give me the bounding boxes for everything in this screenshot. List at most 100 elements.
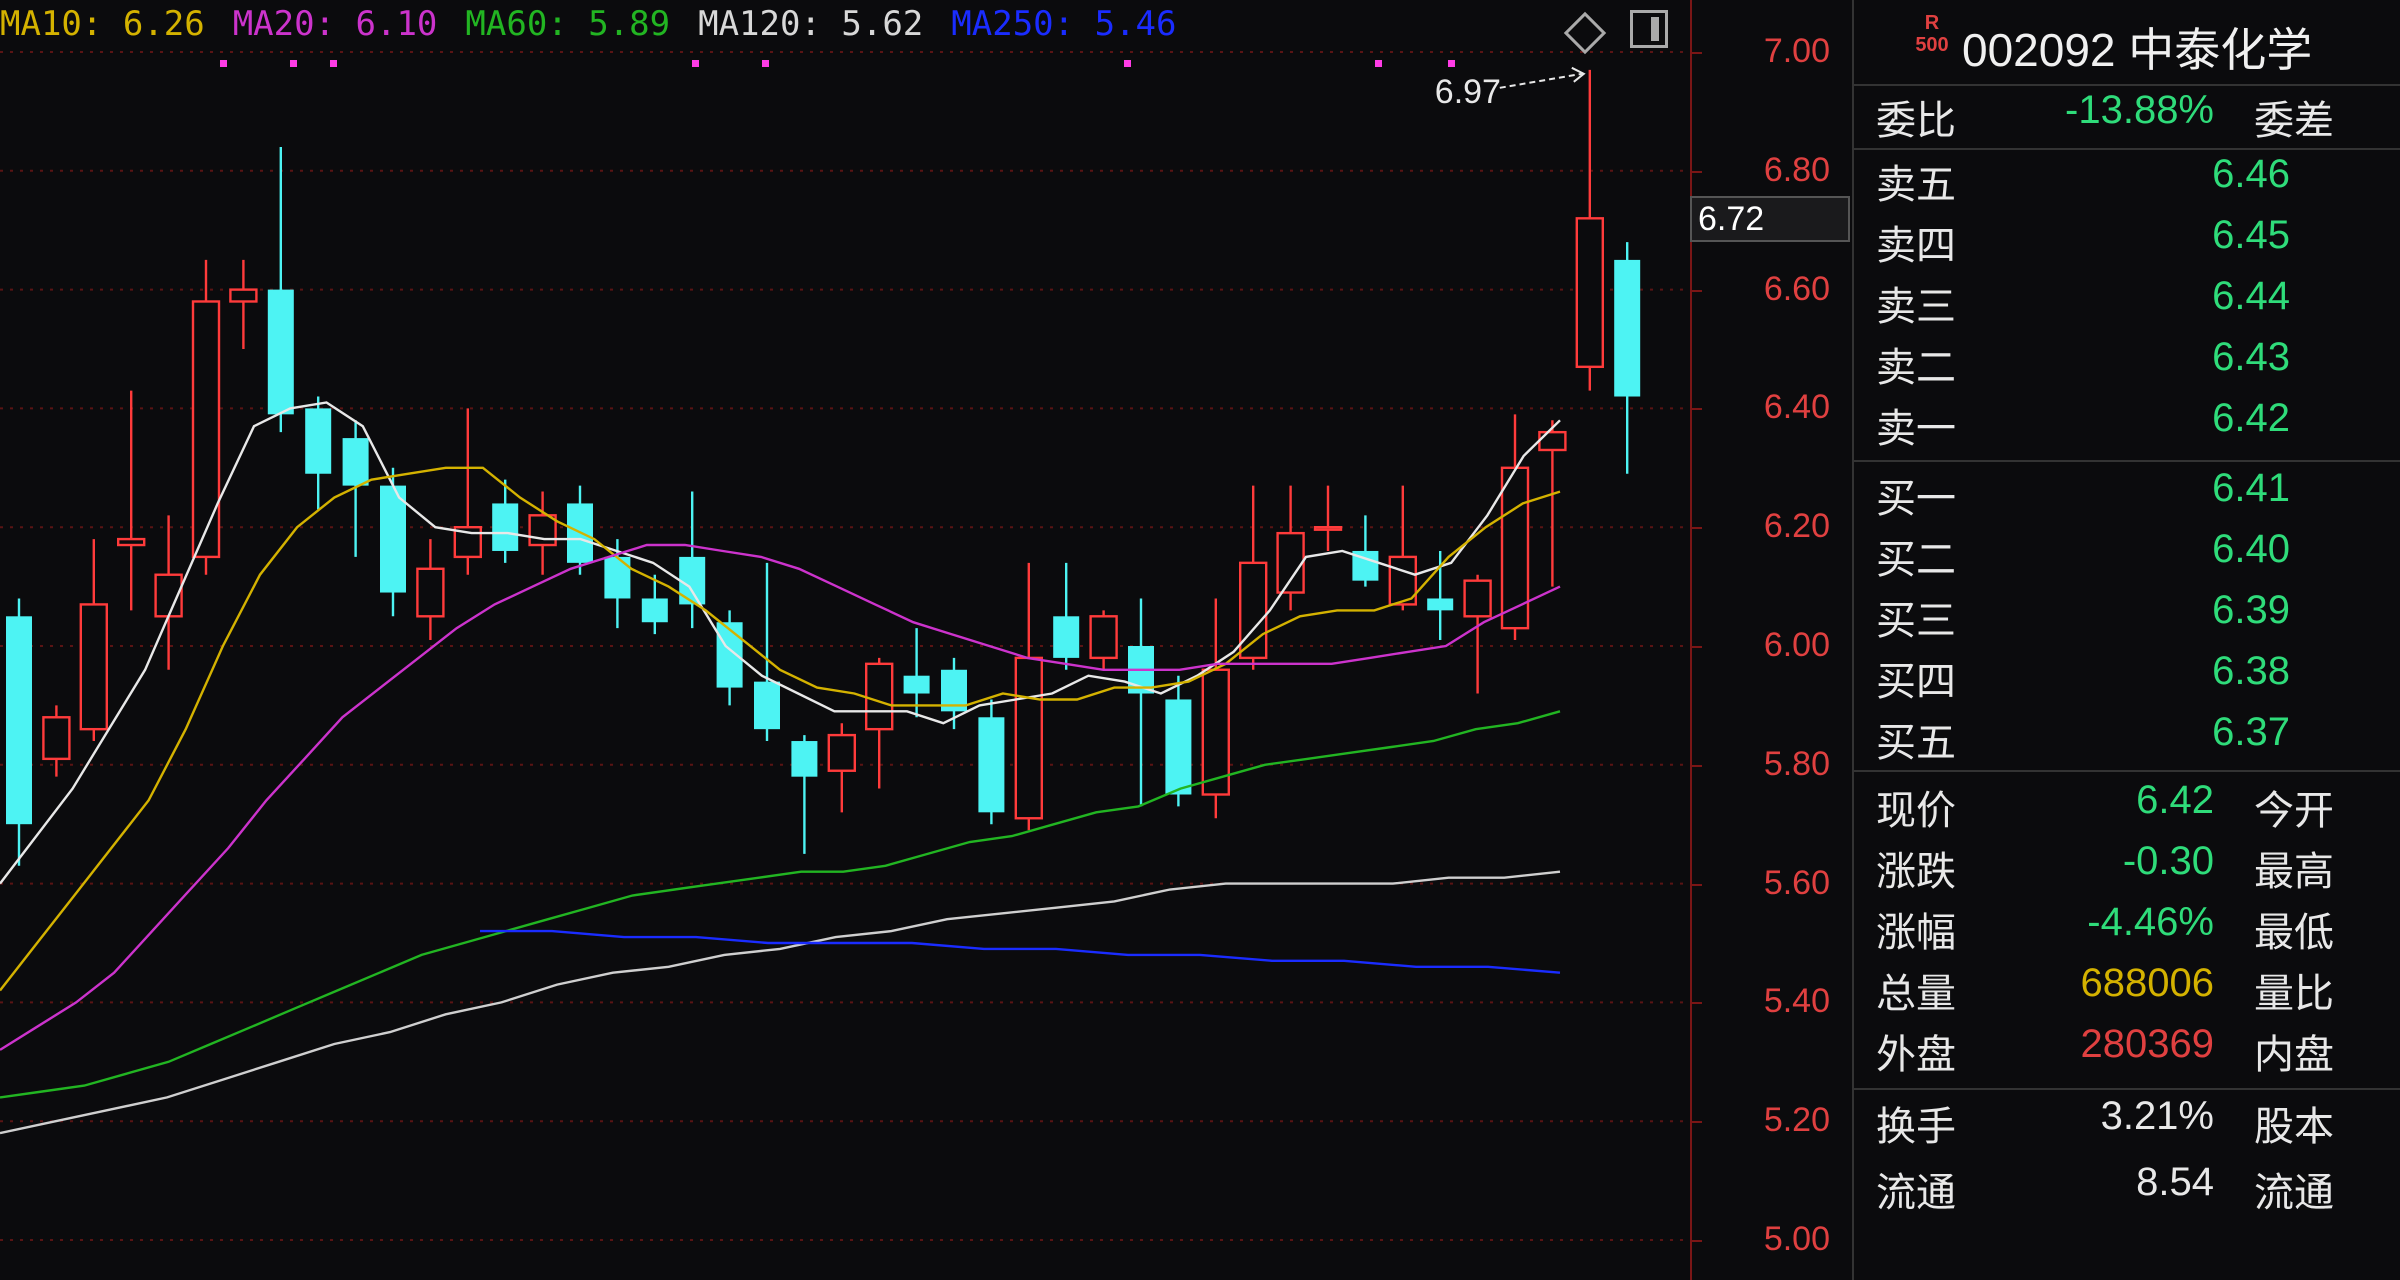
sell-row[interactable]: 卖五 6.46 xyxy=(1854,152,2400,212)
price-tick-mark xyxy=(1692,170,1702,173)
legend-ma120: MA120: 5.62 xyxy=(698,4,924,44)
divider xyxy=(1854,460,2400,462)
buy-row-value: 6.41 xyxy=(2212,466,2290,510)
divider xyxy=(1854,770,2400,772)
buy-row-value: 6.40 xyxy=(2212,527,2290,571)
candle[interactable] xyxy=(116,390,146,611)
price-tick-mark xyxy=(1692,1240,1702,1242)
ma-line-2 xyxy=(0,543,1561,1051)
stat-row[interactable]: 总量 688006 量比 xyxy=(1854,961,2400,1021)
divider xyxy=(1854,148,2400,150)
sell-row[interactable]: 卖二 6.43 xyxy=(1854,335,2400,395)
r500-badge: R 500 xyxy=(1912,12,1952,56)
candle[interactable] xyxy=(567,485,593,575)
candle-body xyxy=(191,300,221,559)
price-tick-mark xyxy=(1692,527,1702,530)
buy-row[interactable]: 买五 6.37 xyxy=(1854,710,2400,770)
stat-row[interactable]: 涨跌 -0.30 最高 xyxy=(1854,839,2400,899)
weibi-row: 委比 -13.88% 委差 xyxy=(1854,88,2400,148)
price-tick-label: 6.60 xyxy=(1763,269,1830,308)
kline-chart[interactable]: 6.97 xyxy=(0,0,1690,1280)
divider xyxy=(1854,84,2400,86)
price-tick-mark xyxy=(1692,646,1702,648)
candle[interactable] xyxy=(1575,69,1605,391)
stat-row-extra: 内盘 xyxy=(2254,1033,2334,1077)
candle[interactable] xyxy=(903,628,930,718)
candle[interactable] xyxy=(528,491,557,575)
candle[interactable] xyxy=(1201,598,1231,819)
candle[interactable] xyxy=(791,735,818,854)
stat-row-extra: 最低 xyxy=(2254,911,2334,955)
candle[interactable] xyxy=(453,408,482,575)
buy-row[interactable]: 买二 6.40 xyxy=(1854,527,2400,587)
candle[interactable] xyxy=(416,539,445,641)
signal-marker xyxy=(692,60,699,67)
candle[interactable] xyxy=(978,699,1005,825)
candle[interactable] xyxy=(1352,515,1379,587)
candle-body xyxy=(6,616,32,825)
weicha-label: 委差 xyxy=(2254,99,2334,143)
quote-panel: R 500 002092 中泰化学 委比 -13.88% 委差 换手 3.21%… xyxy=(1852,0,2400,1280)
candle[interactable] xyxy=(827,723,856,813)
candle[interactable] xyxy=(1463,574,1492,694)
candle-body xyxy=(978,717,1005,813)
candle[interactable] xyxy=(79,539,109,742)
candle[interactable] xyxy=(1128,598,1154,807)
weibi-value: -13.88% xyxy=(2065,88,2214,132)
stat-row-label: 涨幅 xyxy=(1876,911,1956,955)
stat-row[interactable]: 现价 6.42 今开 xyxy=(1854,778,2400,838)
sell-row-label: 卖四 xyxy=(1876,224,1956,268)
candle-body xyxy=(380,485,406,593)
candle[interactable] xyxy=(1053,562,1080,670)
candle[interactable] xyxy=(1313,485,1343,551)
buy-row[interactable]: 买三 6.39 xyxy=(1854,588,2400,648)
candle[interactable] xyxy=(865,657,894,789)
panel-toggle-icon[interactable] xyxy=(1630,10,1668,48)
price-tick-label: 6.00 xyxy=(1763,626,1830,664)
cut-row-clip: 流通 8.54 流通 xyxy=(1854,1160,2400,1280)
float-extra-label: 流通 xyxy=(2254,1171,2334,1215)
candle[interactable] xyxy=(1089,610,1118,670)
stat-row-value: 688006 xyxy=(2080,961,2214,1005)
candle[interactable] xyxy=(42,705,71,777)
candle[interactable] xyxy=(6,598,32,866)
price-tick-label: 6.40 xyxy=(1763,388,1830,427)
buy-row[interactable]: 买四 6.38 xyxy=(1854,649,2400,709)
candle-body xyxy=(1276,531,1305,594)
candle[interactable] xyxy=(1500,414,1530,641)
stat-row[interactable]: 外盘 280369 内盘 xyxy=(1854,1022,2400,1082)
candle-body xyxy=(116,537,146,547)
candle-body xyxy=(1427,598,1454,611)
stat-row[interactable]: 涨幅 -4.46% 最低 xyxy=(1854,900,2400,960)
current-price-tag: 6.72 xyxy=(1690,196,1850,243)
candle[interactable] xyxy=(305,396,332,510)
r-badge-letter: R xyxy=(1924,12,1940,34)
ma-line-0 xyxy=(0,401,1561,885)
candle-body xyxy=(716,622,743,688)
candle[interactable] xyxy=(229,259,258,349)
chart-toolbar xyxy=(1563,10,1668,55)
sell-row-value: 6.44 xyxy=(2212,274,2290,318)
diamond-icon[interactable] xyxy=(1563,11,1607,55)
sell-row[interactable]: 卖三 6.44 xyxy=(1854,274,2400,334)
sell-row-value: 6.43 xyxy=(2212,335,2290,379)
turnover-row: 换手 3.21% 股本 xyxy=(1854,1094,2400,1154)
weibi-label: 委比 xyxy=(1876,99,1956,143)
kline-chart-area[interactable]: 6.97 MA10: 6.26 MA20: 6.10 MA60: 5.89 MA… xyxy=(0,0,1690,1280)
sell-row[interactable]: 卖四 6.45 xyxy=(1854,213,2400,273)
price-tick-label: 5.20 xyxy=(1763,1101,1830,1140)
candle-body xyxy=(865,662,894,731)
price-axis: 7.00 6.80 6.60 6.40 6.20 6.00 5.80 5.60 5.40 5.20… xyxy=(1690,0,1852,1280)
buy-row[interactable]: 买一 6.41 xyxy=(1854,466,2400,526)
ma-line-5 xyxy=(480,929,1561,974)
candle-body xyxy=(42,716,71,761)
sell-row[interactable]: 卖一 6.42 xyxy=(1854,396,2400,456)
candle[interactable] xyxy=(1614,242,1641,474)
candle[interactable] xyxy=(380,467,406,617)
candle[interactable] xyxy=(1538,420,1567,587)
candle-body xyxy=(416,567,445,618)
candle[interactable] xyxy=(267,147,294,433)
ma-legend: MA10: 6.26 MA20: 6.10 MA60: 5.89 MA120: … xyxy=(0,4,1176,52)
stat-row-label: 外盘 xyxy=(1876,1033,1956,1077)
candle[interactable] xyxy=(1388,485,1418,611)
